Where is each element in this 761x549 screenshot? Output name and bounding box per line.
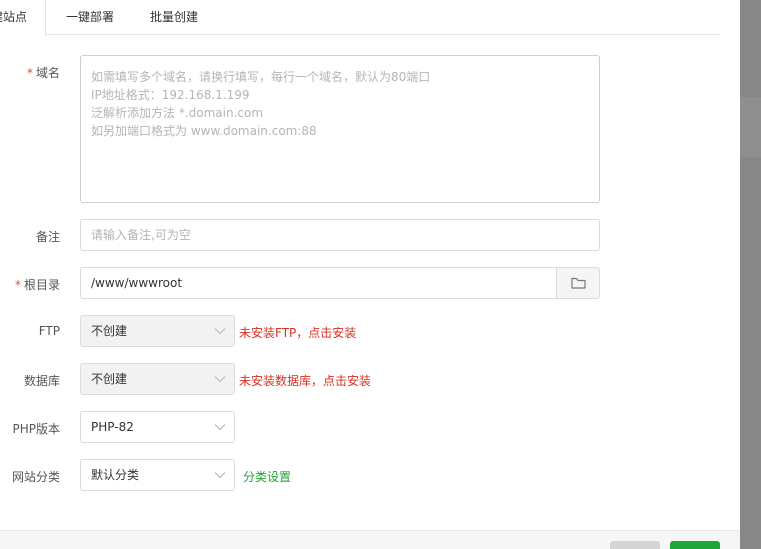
site-category-value: 默认分类 [91, 468, 140, 482]
remark-input[interactable]: 请输入备注,可为空 [80, 219, 600, 251]
ftp-select[interactable]: 不创建 [80, 315, 235, 347]
chevron-down-icon [214, 328, 226, 335]
domain-label-text: 域名 [35, 66, 60, 80]
required-mark: * [14, 278, 21, 292]
backdrop-overlay [740, 0, 761, 549]
remark-label: 备注 [35, 230, 60, 244]
database-select[interactable]: 不创建 [80, 363, 235, 395]
chevron-down-icon [214, 472, 226, 479]
ftp-install-link[interactable]: 未安装FTP，点击安装 [239, 324, 356, 341]
domain-placeholder-line-4: 如另加端口格式为 www.domain.com:88 [91, 124, 317, 138]
tab-create-site[interactable]: 建站点 [0, 0, 46, 36]
ftp-select-value: 不创建 [91, 324, 128, 338]
root-dir-label: * 根目录 [10, 276, 60, 293]
tab-batch-create[interactable]: 批量创建 [150, 0, 198, 35]
database-select-value: 不创建 [91, 372, 128, 386]
tab-one-click-deploy[interactable]: 一键部署 [66, 0, 114, 35]
domain-placeholder-line-3: 泛解析添加方法 *.domain.com [91, 106, 264, 120]
tab-bar: 建站点 一键部署 批量创建 [0, 0, 720, 36]
domain-textarea[interactable]: 如需填写多个域名，请换行填写，每行一个域名，默认为80端口 IP地址格式：192… [80, 55, 600, 203]
cancel-button[interactable] [610, 541, 660, 549]
chevron-down-icon [214, 376, 226, 383]
domain-label: * 域名 [20, 64, 60, 81]
root-dir-label-text: 根目录 [23, 278, 60, 292]
site-category-select[interactable]: 默认分类 [80, 459, 235, 491]
root-dir-input[interactable]: /www/wwwroot [80, 267, 557, 299]
chevron-down-icon [214, 424, 226, 431]
site-category-label: 网站分类 [11, 470, 60, 484]
domain-placeholder-line-1: 如需填写多个域名，请换行填写，每行一个域名，默认为80端口 [91, 70, 431, 84]
database-install-link[interactable]: 未安装数据库，点击安装 [239, 372, 371, 389]
ftp-label: FTP [38, 324, 60, 338]
submit-button[interactable] [670, 541, 720, 549]
php-version-label: PHP版本 [12, 422, 61, 436]
php-version-select[interactable]: PHP-82 [80, 411, 235, 443]
category-settings-link[interactable]: 分类设置 [243, 468, 291, 485]
required-mark: * [26, 66, 33, 80]
database-label: 数据库 [23, 374, 60, 388]
php-version-value: PHP-82 [91, 420, 134, 434]
domain-placeholder-line-2: IP地址格式：192.168.1.199 [91, 88, 250, 102]
choose-folder-button[interactable] [556, 267, 600, 299]
folder-icon [570, 277, 586, 289]
